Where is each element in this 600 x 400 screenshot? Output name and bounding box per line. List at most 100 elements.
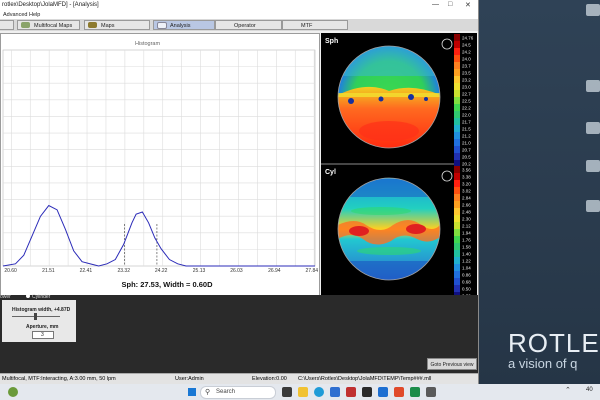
scale-swatch	[454, 146, 460, 153]
scale-label: 1.76	[462, 238, 471, 243]
desktop-app-icon[interactable]	[586, 4, 600, 16]
scale-label: 3.38	[462, 175, 471, 180]
edge-icon[interactable]	[314, 387, 324, 397]
scale-swatch	[454, 104, 460, 111]
scale-swatch	[454, 236, 460, 243]
tab-partial[interactable]	[0, 20, 14, 30]
scale-label: 1.22	[462, 259, 471, 264]
minimize-icon[interactable]: —	[432, 1, 439, 8]
tab-analysis[interactable]: Analysis	[153, 20, 215, 30]
goto-previous-view-button[interactable]: Goto Previous view	[427, 358, 477, 370]
scale-label: 0.86	[462, 273, 471, 278]
scale-label: 1.94	[462, 231, 471, 236]
scale-label: 3.56	[462, 168, 471, 173]
tab-mtf[interactable]: MTF	[282, 20, 348, 30]
scale-swatch	[454, 83, 460, 90]
taskbar-weather-icon[interactable]	[8, 387, 18, 397]
scale-swatch	[454, 271, 460, 278]
explorer-icon[interactable]	[298, 387, 308, 397]
scale-label: 22.7	[462, 92, 471, 97]
close-icon[interactable]: ✕	[465, 1, 471, 9]
desktop-app-icon[interactable]	[586, 80, 600, 92]
sph-map-toggle[interactable]	[441, 38, 453, 50]
app-icon[interactable]	[362, 387, 372, 397]
search-icon: ⚲	[205, 389, 211, 396]
tab-maps[interactable]: Maps	[84, 20, 150, 30]
status-measurement: Multifocal, MTF:Interacting, A:3.00 mm, …	[2, 376, 116, 382]
tab-operator[interactable]: Operator	[215, 20, 282, 30]
app-icon[interactable]	[394, 387, 404, 397]
rotlex-logo-text: ROTLE	[508, 328, 600, 358]
scale-label: 20.7	[462, 148, 471, 153]
scale-label: 2.66	[462, 203, 471, 208]
scale-swatch	[454, 173, 460, 180]
menu-item-help[interactable]: Help	[29, 12, 40, 18]
scale-swatch	[454, 201, 460, 208]
histogram-series-line	[2, 204, 315, 267]
scale-label: 22.0	[462, 113, 471, 118]
task-view-icon[interactable]	[282, 387, 292, 397]
scale-label: 1.40	[462, 252, 471, 257]
scale-label: 24.0	[462, 57, 471, 62]
cylinder-radio-label[interactable]: Cylinder	[32, 294, 50, 300]
scale-label: 21.5	[462, 127, 471, 132]
scale-swatch	[454, 125, 460, 132]
analysis-icon	[157, 22, 167, 29]
x-tick-label: 27.84	[306, 268, 319, 274]
aperture-value[interactable]: 3	[41, 332, 44, 338]
sph-color-scale: 24.76 24.5 24.2 24.0 23.7 23.5 23.2 23.0 22.7 22.…	[454, 34, 474, 167]
store-icon[interactable]	[330, 387, 340, 397]
scale-swatch	[454, 111, 460, 118]
tray-clock[interactable]: 40	[586, 387, 593, 393]
chart-grid	[2, 49, 316, 267]
scale-label: 23.2	[462, 78, 471, 83]
app-icon[interactable]	[346, 387, 356, 397]
scale-label: 21.7	[462, 120, 471, 125]
tab-label: Operator	[234, 22, 256, 29]
app-icon[interactable]	[426, 387, 436, 397]
scale-swatch	[454, 264, 460, 271]
scale-swatch	[454, 160, 460, 167]
scale-swatch	[454, 187, 460, 194]
start-icon[interactable]	[188, 388, 196, 396]
histogram-controls: ower Cylinder Histogram width, +4.87D Ap…	[0, 294, 76, 342]
scale-label: 2.12	[462, 224, 471, 229]
maximize-icon[interactable]: □	[448, 1, 452, 8]
x-tick-label: 24.22	[155, 268, 168, 274]
desktop-app-icon[interactable]	[586, 122, 600, 134]
aperture-spinner[interactable]: 3	[32, 331, 54, 339]
color-maps: Sph Cyl 24.7624.524.224.023.723.523.223.…	[321, 34, 474, 299]
desktop-app-icon[interactable]	[586, 200, 600, 212]
app-icon[interactable]	[378, 387, 388, 397]
scale-swatch	[454, 118, 460, 125]
scale-swatch	[454, 166, 460, 173]
slider-handle[interactable]	[34, 313, 37, 320]
scale-label: 3.20	[462, 182, 471, 187]
histogram-readout: Sph: 27.53, Width = 0.60D	[121, 280, 213, 289]
tab-label: Analysis	[170, 22, 191, 29]
scale-swatch	[454, 250, 460, 257]
status-path: C:\Users\Rotlex\Desktop\JolaMFD\TEMP\Tem…	[298, 376, 432, 382]
maps-panel: Sph Cyl 24.76 24.5 24.2 24.0 23.7 23.5 2…	[321, 33, 477, 299]
cyl-map[interactable]	[337, 177, 441, 281]
x-tick-label: 20.60	[4, 268, 17, 274]
cyl-map-toggle[interactable]	[441, 170, 453, 182]
sph-map[interactable]	[337, 45, 441, 149]
x-tick-label: 25.13	[193, 268, 206, 274]
status-user: User:Admin	[175, 376, 204, 382]
maps-icon	[21, 22, 30, 28]
cylinder-radio[interactable]	[26, 294, 30, 298]
histogram-panel: Histogram 20.60 21.51 22.41 23.32 24.22 25.13…	[0, 33, 320, 327]
scale-swatch	[454, 208, 460, 215]
taskbar-search-box[interactable]: ⚲ Search	[200, 386, 276, 399]
tray-chevron-icon[interactable]: ⌃	[565, 386, 571, 394]
app-icon[interactable]	[410, 387, 420, 397]
tab-multifocal-maps[interactable]: Multifocal Maps	[17, 20, 80, 30]
scale-swatch	[454, 132, 460, 139]
power-radio-label[interactable]: ower	[0, 294, 11, 300]
desktop-app-icon[interactable]	[586, 160, 600, 172]
tab-label: MTF	[301, 22, 313, 29]
scale-label: 0.50	[462, 287, 471, 292]
tab-label: Multifocal Maps	[34, 22, 73, 29]
menu-item-advanced[interactable]: Advanced	[3, 12, 27, 18]
